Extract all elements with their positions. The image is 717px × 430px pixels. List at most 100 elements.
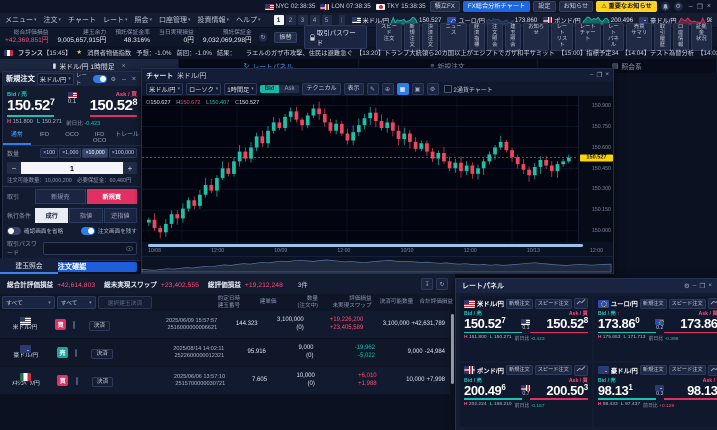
bid-block[interactable]: Bid / 売 150.527 xyxy=(7,89,54,117)
gear-icon[interactable]: ⚙ xyxy=(674,2,683,11)
topbar-button[interactable]: ⚠ 重要なお知らせ xyxy=(596,1,656,12)
order-tab-4[interactable]: トレール xyxy=(113,130,141,145)
export-icon[interactable]: ↧ xyxy=(421,278,433,290)
refresh-icon[interactable]: ↻ xyxy=(259,33,268,42)
order-tab-0[interactable]: 通常 xyxy=(3,130,31,145)
quick-button[interactable]: レート チャート xyxy=(575,23,601,50)
quick-button[interactable]: 証拠金 状況 xyxy=(691,23,712,50)
rate-panel-minimize-icon[interactable]: – xyxy=(693,282,697,290)
tile-bid-price[interactable]: 150.527 xyxy=(464,317,505,331)
app-window-control[interactable]: × xyxy=(705,3,713,11)
quick-button[interactable]: レート パネル xyxy=(603,23,624,50)
tile-ask-price[interactable]: 200.503 xyxy=(546,384,587,398)
quick-button[interactable]: 経済 指標 xyxy=(469,23,485,50)
workspace-tab-4[interactable]: 4 xyxy=(310,15,320,25)
tile-chart-button[interactable] xyxy=(708,298,717,309)
sell-button[interactable]: 新規売 xyxy=(35,189,86,204)
pair-select[interactable]: 米ドル/円▾ xyxy=(37,73,74,85)
crosshair-tool-icon[interactable]: ▦ xyxy=(397,83,409,95)
zoom-tool-icon[interactable]: ⊕ xyxy=(382,83,394,95)
app-window-control[interactable]: ❐ xyxy=(695,3,705,11)
bid-ask-toggle[interactable]: BidAsk xyxy=(260,85,300,93)
tile-ask-price[interactable]: 173.862 xyxy=(680,317,717,331)
tile-スピード注文-button[interactable]: スピード注文 xyxy=(669,365,706,375)
quick-button[interactable]: 新規 注文 xyxy=(404,23,420,50)
menu-item-口座管理[interactable]: 口座管理▾ xyxy=(159,15,191,25)
keep-window-toggle[interactable] xyxy=(81,227,95,235)
row-checkbox[interactable] xyxy=(76,377,78,385)
positions-tab[interactable]: 建玉照会 xyxy=(0,258,58,274)
menu-item-チャート[interactable]: チャート xyxy=(68,15,96,25)
panel-close-icon[interactable]: × xyxy=(130,76,138,83)
two-pair-checkbox[interactable]: 2通貨チャート xyxy=(444,85,493,94)
tile-新規注文-button[interactable]: 新規注文 xyxy=(506,299,533,309)
app-window-control[interactable]: – xyxy=(687,3,695,11)
workspace-more-button[interactable]: ⋮ xyxy=(339,15,345,25)
tile-新規注文-button[interactable]: 新規注文 xyxy=(506,365,533,375)
quick-button[interactable]: 口座 情報 xyxy=(673,23,689,50)
qty-preset-button[interactable]: ×100,000 xyxy=(109,148,137,158)
chart-pair-select[interactable]: 米ドル/円▾ xyxy=(146,83,183,95)
qty-value[interactable]: 1 xyxy=(21,162,123,174)
display-button[interactable]: 表示 xyxy=(344,83,364,95)
order-tab-3[interactable]: IFD OCO xyxy=(86,130,114,145)
skip-confirm-toggle[interactable] xyxy=(7,227,21,235)
vscroll-thumb[interactable] xyxy=(451,314,454,384)
chart-maximize-icon[interactable]: ❐ xyxy=(596,71,602,79)
tile-新規注文-button[interactable]: 新規注文 xyxy=(640,299,667,309)
order-tab-2[interactable]: OCO xyxy=(58,130,86,145)
quick-button[interactable]: ニュース xyxy=(440,23,466,50)
tile-bid-price[interactable]: 200.496 xyxy=(464,384,505,398)
topbar-button[interactable]: 設定 xyxy=(533,1,555,12)
close-button[interactable]: 決済 xyxy=(89,321,111,331)
close-button[interactable]: 決済 xyxy=(91,349,113,359)
password-input[interactable] xyxy=(43,242,137,255)
news-ticker-text[interactable]: ラエルのガザ市攻撃、住民は避難急ぐ 【13:20】トランプ大統領ら20カ国以上が… xyxy=(246,48,717,57)
row-checkbox[interactable] xyxy=(73,321,75,329)
bell-icon[interactable] xyxy=(661,2,670,11)
menu-item-注文[interactable]: 注文▾ xyxy=(44,15,62,25)
ask-block[interactable]: Ask / 買 150.528 xyxy=(90,89,137,117)
quick-button[interactable]: レート リスト xyxy=(551,23,572,50)
menu-item-メニュー[interactable]: メニュー▾ xyxy=(5,15,37,25)
tile-ask-price[interactable]: 150.528 xyxy=(546,317,587,331)
exec-option-指値[interactable]: 指値 xyxy=(69,208,102,223)
workspace-tab-3[interactable]: 3 xyxy=(298,15,308,25)
tile-新規注文-button[interactable]: 新規注文 xyxy=(640,365,667,375)
topbar-button[interactable]: 積立FX xyxy=(430,1,460,12)
draw-tool-icon[interactable]: ✎ xyxy=(367,83,379,95)
tile-スピード注文-button[interactable]: スピード注文 xyxy=(535,299,572,309)
filter-select-0[interactable]: すべて▾ xyxy=(2,296,55,309)
tile-chart-button[interactable] xyxy=(708,365,717,376)
chart-close-icon[interactable]: × xyxy=(605,71,609,79)
buy-button[interactable]: 新規買 xyxy=(87,189,138,204)
quick-button[interactable]: 売買 サマリー xyxy=(626,23,652,50)
tab-close-icon[interactable]: × xyxy=(122,63,126,70)
topbar-button[interactable]: FX総合分析チャート xyxy=(463,1,530,12)
rate-panel-close-icon[interactable]: × xyxy=(708,282,712,290)
close-button[interactable]: 決済 xyxy=(92,377,114,387)
quick-button[interactable]: 取引 履歴 xyxy=(654,23,670,50)
technical-button[interactable]: テクニカル xyxy=(302,83,340,95)
menu-item-ヘルプ[interactable]: ヘルプ▾ xyxy=(236,15,261,25)
workspace-tab-5[interactable]: 5 xyxy=(322,15,332,25)
row-checkbox[interactable] xyxy=(75,349,77,357)
rate-panel-maximize-icon[interactable]: ❐ xyxy=(699,282,705,290)
panel-gear-icon[interactable]: ⚙ xyxy=(109,76,118,83)
tile-ask-price[interactable]: 98.134 xyxy=(687,384,717,398)
exec-option-成行[interactable]: 成行 xyxy=(35,208,68,223)
qty-preset-button[interactable]: ×1,000 xyxy=(59,148,81,158)
qty-minus-button[interactable]: − xyxy=(7,162,21,174)
topbar-button[interactable]: お知らせ xyxy=(559,1,594,12)
rate-panel-gear-icon[interactable]: ⚙ xyxy=(684,282,690,290)
rate-toggle[interactable] xyxy=(93,75,107,83)
bulk-close-button[interactable]: 選択建玉決済 xyxy=(98,296,152,309)
positions-refresh-icon[interactable]: ↻ xyxy=(436,278,448,290)
workspace-tab-2[interactable]: 2 xyxy=(286,15,296,25)
qty-preset-button[interactable]: ×10,000 xyxy=(82,148,107,158)
chart-minimize-icon[interactable]: – xyxy=(590,71,594,79)
menu-item-照会[interactable]: 照会▾ xyxy=(134,15,152,25)
hscroll-thumb[interactable] xyxy=(148,244,583,247)
panel-minimize-icon[interactable]: – xyxy=(120,76,128,83)
trade-password-button[interactable]: 取引パスワード xyxy=(304,25,367,49)
